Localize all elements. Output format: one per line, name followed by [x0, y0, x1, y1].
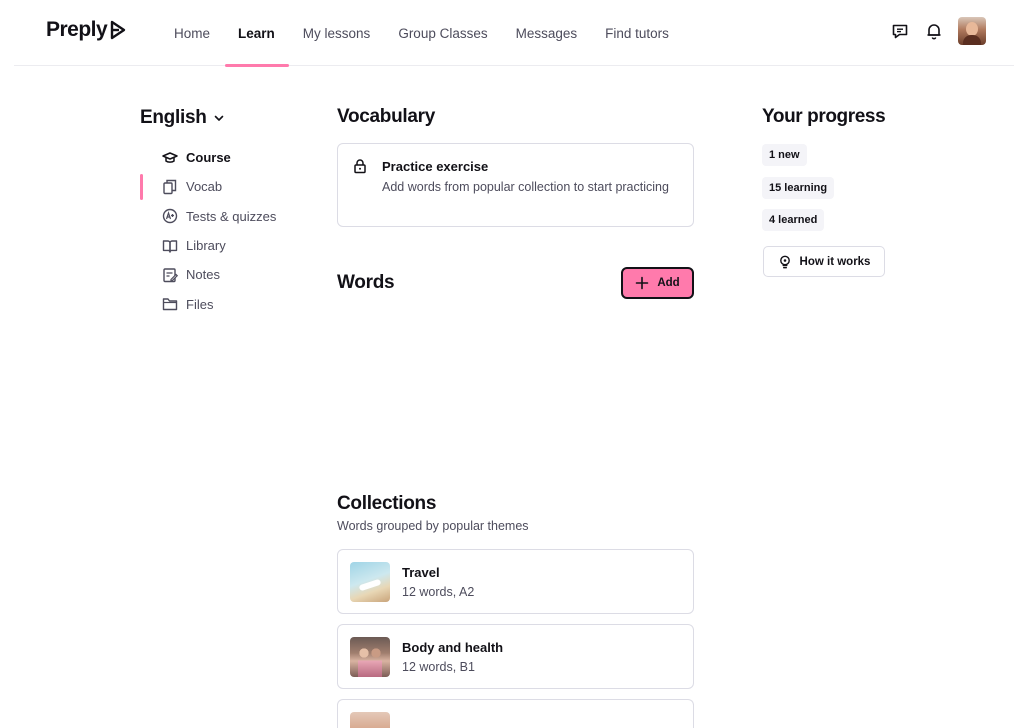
sidebar-item-label: Library — [186, 238, 226, 254]
how-it-works-label: How it works — [799, 255, 871, 268]
sidebar-item-notes[interactable]: Notes — [140, 260, 300, 289]
logo-text: Preply — [46, 18, 108, 41]
nav-learn[interactable]: Learn — [173, 0, 289, 67]
collection-card-body-health[interactable]: Body and health 12 words, B1 — [337, 624, 694, 689]
nav-messages[interactable]: Messages — [502, 0, 592, 66]
sidebar-item-label: Vocab — [186, 179, 223, 195]
collection-thumbnail — [350, 712, 390, 728]
add-label: Add — [657, 277, 680, 289]
cards-icon — [162, 179, 178, 195]
progress-learning-badge: 15 learning — [762, 177, 835, 199]
lightbulb-icon — [779, 255, 790, 268]
collection-card-partial[interactable] — [337, 699, 694, 728]
sidebar-item-library[interactable]: Library — [140, 231, 300, 260]
sidebar-item-course[interactable]: Course — [140, 143, 300, 172]
language-label: English — [140, 107, 207, 128]
user-avatar[interactable] — [958, 17, 986, 45]
collection-meta: 12 words, A2 — [402, 585, 475, 599]
chevron-down-icon — [214, 115, 223, 121]
collections-title: Collections — [337, 493, 437, 514]
chat-icon[interactable] — [890, 21, 910, 41]
nav-find-tutors[interactable]: Find tutors — [591, 0, 683, 66]
add-word-button[interactable]: Add — [621, 267, 694, 299]
grade-a-plus-icon — [162, 208, 178, 224]
practice-exercise-card[interactable]: Practice exercise Add words from popular… — [337, 143, 694, 227]
sidebar-item-vocab[interactable]: Vocab — [140, 172, 300, 201]
sidebar-item-files[interactable]: Files — [140, 289, 300, 318]
logo-play-icon — [111, 20, 126, 40]
collection-meta: 12 words, B1 — [402, 660, 475, 674]
progress-title: Your progress — [762, 106, 886, 127]
book-icon — [162, 238, 178, 254]
sidebar-item-label: Tests & quizzes — [186, 208, 277, 224]
top-header: Preply Home Learn My lessons Group Class… — [14, 0, 1014, 67]
folder-icon — [162, 296, 178, 312]
sidebar-item-label: Notes — [186, 267, 220, 283]
progress-learned-badge: 4 learned — [762, 209, 825, 231]
collection-title: Body and health — [402, 640, 504, 655]
practice-description: Add words from popular collection to sta… — [382, 180, 669, 194]
graduation-cap-icon — [162, 150, 178, 166]
practice-title: Practice exercise — [382, 159, 489, 174]
how-it-works-button[interactable]: How it works — [763, 246, 885, 277]
collection-thumbnail — [350, 637, 390, 677]
sidebar-menu: Course Vocab Tests & quizzes Library Not… — [140, 143, 300, 319]
bell-icon[interactable] — [924, 21, 944, 41]
collections-subtitle: Words grouped by popular themes — [337, 519, 529, 533]
nav-my-lessons[interactable]: My lessons — [289, 0, 385, 66]
words-title: Words — [337, 272, 395, 293]
collection-title: Travel — [402, 565, 440, 580]
lock-icon — [352, 158, 368, 179]
progress-new-badge: 1 new — [762, 144, 807, 166]
notes-icon — [162, 267, 178, 283]
preply-logo[interactable]: Preply — [46, 18, 127, 42]
header-actions — [890, 17, 986, 45]
language-selector[interactable]: English — [140, 107, 225, 129]
sidebar-item-label: Course — [186, 150, 231, 166]
sidebar-item-tests[interactable]: Tests & quizzes — [140, 202, 300, 231]
collection-thumbnail — [350, 562, 390, 602]
vocabulary-title: Vocabulary — [337, 106, 436, 127]
sidebar-item-label: Files — [186, 296, 214, 312]
collection-card-travel[interactable]: Travel 12 words, A2 — [337, 549, 694, 614]
plus-icon — [636, 276, 649, 290]
nav-group-classes[interactable]: Group Classes — [384, 0, 501, 66]
main-nav: Home Learn My lessons Group Classes Mess… — [160, 0, 683, 67]
